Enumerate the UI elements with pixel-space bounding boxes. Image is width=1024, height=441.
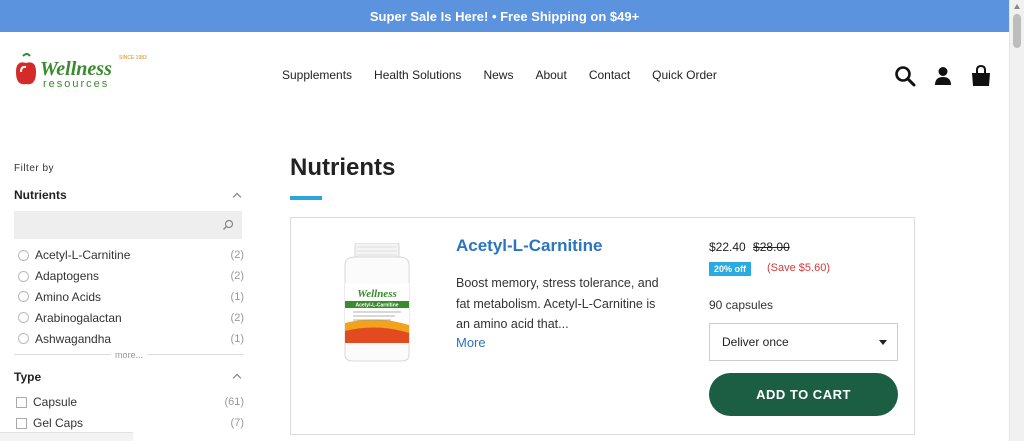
facet-count: (2) bbox=[230, 249, 244, 262]
original-price: $28.00 bbox=[753, 240, 790, 254]
scroll-up-icon[interactable] bbox=[1014, 4, 1020, 9]
add-to-cart-button[interactable]: ADD TO CART bbox=[709, 373, 898, 416]
page-title: Nutrients bbox=[290, 154, 396, 181]
list-item[interactable]: Amino Acids (1) bbox=[14, 287, 244, 308]
facet-count: (7) bbox=[230, 417, 244, 430]
product-more-link[interactable]: More bbox=[456, 335, 486, 350]
list-item[interactable]: Ashwagandha (1) bbox=[14, 328, 244, 349]
search-icon bbox=[222, 218, 234, 236]
nutrients-list: Acetyl-L-Carnitine (2) Adaptogens (2) Amin… bbox=[14, 245, 244, 349]
facet-count: (2) bbox=[230, 311, 244, 324]
product-quantity: 90 capsules bbox=[709, 298, 774, 312]
product-card: Wellness Acetyl-L-Carnitine Acetyl-L-Car… bbox=[290, 217, 915, 435]
svg-text:SINCE 1983: SINCE 1983 bbox=[119, 55, 147, 61]
facet-nutrients-header[interactable]: Nutrients bbox=[14, 188, 244, 202]
radio-button[interactable] bbox=[18, 291, 29, 303]
account-icon[interactable] bbox=[931, 64, 955, 88]
promo-banner: Super Sale Is Here! • Free Shipping on $… bbox=[0, 0, 1009, 32]
filter-by-label: Filter by bbox=[14, 163, 55, 174]
facet-label: Amino Acids bbox=[35, 289, 102, 304]
title-underline bbox=[290, 196, 322, 200]
label-product-text: Acetyl-L-Carnitine bbox=[355, 303, 398, 309]
svg-text:Wellness: Wellness bbox=[40, 58, 112, 80]
type-list: Capsule (61) Gel Caps (7) bbox=[14, 392, 244, 434]
facet-label: Gel Caps bbox=[33, 416, 84, 431]
product-image[interactable]: Wellness Acetyl-L-Carnitine bbox=[339, 242, 415, 363]
checkbox[interactable] bbox=[16, 396, 27, 408]
facet-count: (1) bbox=[230, 290, 244, 303]
radio-button[interactable] bbox=[18, 249, 29, 261]
product-price: $22.40 $28.00 bbox=[709, 240, 790, 254]
facet-count: (1) bbox=[230, 332, 244, 345]
radio-button[interactable] bbox=[18, 312, 29, 324]
checkbox[interactable] bbox=[16, 417, 27, 429]
facet-count: (61) bbox=[224, 396, 244, 409]
list-item[interactable]: Acetyl-L-Carnitine (2) bbox=[14, 245, 244, 266]
search-icon[interactable] bbox=[893, 64, 917, 88]
promo-text: Super Sale Is Here! • Free Shipping on $… bbox=[369, 8, 640, 24]
discount-badge: 20% off bbox=[709, 262, 752, 276]
product-description: Boost memory, stress tolerance, and fat … bbox=[456, 276, 659, 331]
delivery-select[interactable]: Deliver once bbox=[709, 323, 898, 361]
list-item[interactable]: Adaptogens (2) bbox=[14, 266, 244, 287]
bottom-overlay-fragment bbox=[0, 432, 133, 441]
current-price: $22.40 bbox=[709, 240, 746, 254]
list-item[interactable]: Gel Caps (7) bbox=[14, 413, 244, 434]
radio-button[interactable] bbox=[18, 270, 29, 282]
radio-button[interactable] bbox=[18, 333, 29, 345]
svg-text:resources: resources bbox=[43, 78, 109, 90]
facet-label: Ashwagandha bbox=[35, 331, 112, 346]
nav-quick-order[interactable]: Quick Order bbox=[652, 68, 717, 82]
nutrients-search-input[interactable] bbox=[14, 211, 242, 239]
filter-sidebar: Filter by Nutrients Acetyl-L-Carnitine (2… bbox=[14, 160, 245, 434]
logo[interactable]: Wellness resources SINCE 1983 bbox=[13, 50, 158, 98]
facet-label: Acetyl-L-Carnitine bbox=[35, 248, 131, 263]
facet-type-title: Type bbox=[14, 369, 42, 384]
facet-count: (2) bbox=[230, 270, 244, 283]
facet-label: Arabinogalactan bbox=[35, 310, 122, 325]
facet-label: Capsule bbox=[33, 395, 78, 410]
delivery-select-value: Deliver once bbox=[722, 335, 789, 349]
nav-health-solutions[interactable]: Health Solutions bbox=[374, 68, 461, 82]
header-icons bbox=[893, 64, 993, 88]
facet-type-header[interactable]: Type bbox=[14, 370, 244, 384]
facet-label: Adaptogens bbox=[35, 269, 100, 284]
more-link-text[interactable]: more... bbox=[111, 350, 147, 360]
cart-icon[interactable] bbox=[969, 64, 993, 88]
nav-contact[interactable]: Contact bbox=[589, 68, 630, 82]
savings-text: (Save $5.60) bbox=[767, 262, 830, 274]
scroll-thumb[interactable] bbox=[1013, 14, 1021, 48]
page-scrollbar[interactable] bbox=[1009, 0, 1024, 441]
caret-down-icon bbox=[879, 340, 887, 345]
facet-nutrients-title: Nutrients bbox=[14, 188, 67, 202]
list-item[interactable]: Capsule (61) bbox=[14, 392, 244, 413]
site-header: Wellness resources SINCE 1983 Supplement… bbox=[0, 32, 1009, 118]
nav-supplements[interactable]: Supplements bbox=[282, 68, 352, 82]
more-link[interactable]: more... bbox=[14, 350, 245, 360]
chevron-up-icon[interactable] bbox=[232, 374, 242, 383]
product-name-link[interactable]: Acetyl-L-Carnitine bbox=[456, 236, 602, 256]
chevron-up-icon[interactable] bbox=[232, 192, 242, 201]
main-nav: Supplements Health Solutions News About … bbox=[282, 68, 717, 82]
nav-about[interactable]: About bbox=[535, 68, 566, 82]
label-brand-text: Wellness bbox=[357, 288, 397, 300]
nav-news[interactable]: News bbox=[483, 68, 513, 82]
list-item[interactable]: Arabinogalactan (2) bbox=[14, 307, 244, 328]
